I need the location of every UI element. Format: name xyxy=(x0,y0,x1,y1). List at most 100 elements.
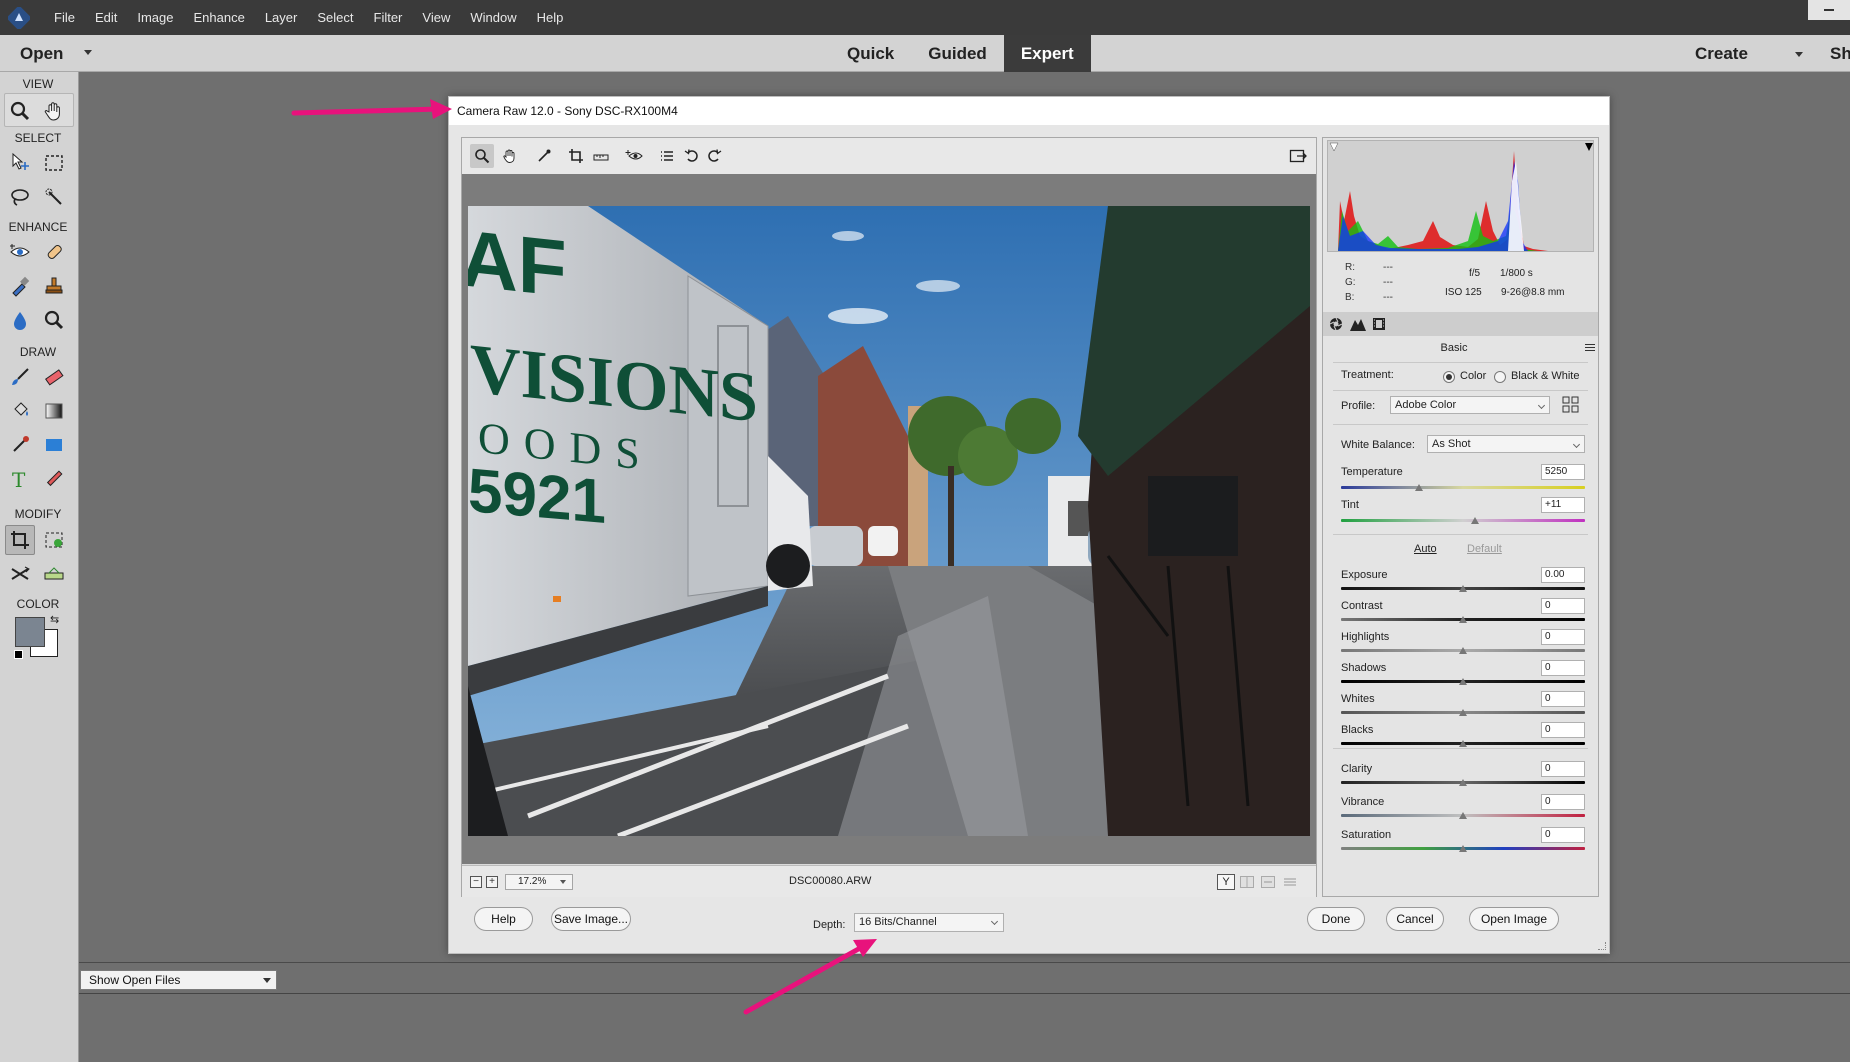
menu-select[interactable]: Select xyxy=(307,0,363,35)
whites-input[interactable]: 0 xyxy=(1541,691,1585,707)
temperature-slider-track[interactable] xyxy=(1341,486,1585,489)
minimize-icon[interactable] xyxy=(1808,0,1850,20)
crop-tool-icon[interactable] xyxy=(5,525,35,555)
zoom-out-icon[interactable]: − xyxy=(470,876,482,888)
bin-selector[interactable]: Show Open Files xyxy=(80,970,277,990)
list-icon[interactable] xyxy=(655,144,679,168)
fullscreen-icon[interactable] xyxy=(1286,144,1310,168)
open-image-button[interactable]: Open Image xyxy=(1469,907,1559,931)
vibrance-slider-thumb[interactable] xyxy=(1459,812,1467,819)
contrast-input[interactable]: 0 xyxy=(1541,598,1585,614)
saturation-input[interactable]: 0 xyxy=(1541,827,1585,843)
resize-grip-icon[interactable] xyxy=(1598,942,1606,950)
blur-tool-icon[interactable] xyxy=(5,305,35,335)
tab-quick[interactable]: Quick xyxy=(830,35,911,72)
camera-calibration-icon[interactable] xyxy=(1371,316,1387,332)
menu-layer[interactable]: Layer xyxy=(255,0,308,35)
marquee-tool-icon[interactable] xyxy=(39,148,69,178)
tint-slider-thumb[interactable] xyxy=(1471,517,1480,524)
rotate-left-icon[interactable] xyxy=(680,144,704,168)
smart-brush-tool-icon[interactable] xyxy=(5,271,35,301)
default-colors-icon[interactable] xyxy=(14,650,23,659)
spot-healing-tool-icon[interactable] xyxy=(39,237,69,267)
zoom-icon[interactable] xyxy=(470,144,494,168)
zoom-tool-icon[interactable] xyxy=(5,96,35,126)
menu-enhance[interactable]: Enhance xyxy=(184,0,255,35)
hand-icon[interactable] xyxy=(498,144,522,168)
gradient-tool-icon[interactable] xyxy=(39,396,69,426)
create-dropdown-icon[interactable] xyxy=(1795,52,1803,57)
swap-colors-icon[interactable]: ⇆ xyxy=(50,613,59,626)
share-button[interactable]: Sh xyxy=(1830,35,1850,72)
treatment-bw-radio[interactable] xyxy=(1494,371,1506,383)
red-eye-tool-icon[interactable] xyxy=(5,237,35,267)
tint-slider-track[interactable] xyxy=(1341,519,1585,522)
menu-image[interactable]: Image xyxy=(127,0,183,35)
temperature-input[interactable]: 5250 xyxy=(1541,464,1585,480)
help-button[interactable]: Help xyxy=(474,907,533,931)
exposure-input[interactable]: 0.00 xyxy=(1541,567,1585,583)
highlights-slider-thumb[interactable] xyxy=(1459,647,1467,654)
recompose-tool-icon[interactable] xyxy=(39,525,69,555)
shape-tool-icon[interactable] xyxy=(39,430,69,460)
dialog-titlebar[interactable]: Camera Raw 12.0 - Sony DSC-RX100M4 xyxy=(449,97,1609,125)
eraser-tool-icon[interactable] xyxy=(39,362,69,392)
clarity-slider-thumb[interactable] xyxy=(1459,779,1467,786)
clarity-input[interactable]: 0 xyxy=(1541,761,1585,777)
rotate-right-icon[interactable] xyxy=(702,144,726,168)
quick-selection-tool-icon[interactable] xyxy=(39,182,69,212)
lasso-tool-icon[interactable] xyxy=(5,182,35,212)
save-image-button[interactable]: Save Image... xyxy=(551,907,631,931)
menu-window[interactable]: Window xyxy=(460,0,526,35)
cancel-button[interactable]: Cancel xyxy=(1386,907,1444,931)
hand-tool-icon[interactable] xyxy=(39,96,69,126)
move-tool-icon[interactable] xyxy=(5,148,35,178)
before-after-icon[interactable] xyxy=(1238,874,1256,890)
menu-filter[interactable]: Filter xyxy=(364,0,413,35)
straighten-icon[interactable] xyxy=(589,144,613,168)
menu-view[interactable]: View xyxy=(412,0,460,35)
zoom-in-icon[interactable]: + xyxy=(486,876,498,888)
panel-menu-icon[interactable] xyxy=(1585,344,1595,353)
raw-photo-preview[interactable]: AF VISIONS OODS 5921 xyxy=(468,206,1310,836)
basic-panel-icon[interactable] xyxy=(1328,316,1344,332)
menu-file[interactable]: File xyxy=(44,0,85,35)
color-swatches[interactable]: ⇆ xyxy=(14,614,62,662)
white-balance-select[interactable]: As Shot xyxy=(1427,435,1585,453)
straighten-tool-icon[interactable] xyxy=(39,559,69,589)
white-balance-icon[interactable] xyxy=(532,144,556,168)
auto-link[interactable]: Auto xyxy=(1414,543,1437,555)
create-button[interactable]: Create xyxy=(1695,35,1748,72)
menu-help[interactable]: Help xyxy=(527,0,574,35)
preview-toggle-button[interactable]: Y xyxy=(1217,874,1235,890)
tab-expert[interactable]: Expert xyxy=(1003,35,1091,72)
content-aware-move-tool-icon[interactable] xyxy=(5,559,35,589)
foreground-color-swatch[interactable] xyxy=(15,617,45,647)
temperature-slider-thumb[interactable] xyxy=(1415,484,1424,491)
default-link[interactable]: Default xyxy=(1467,543,1502,555)
open-button[interactable]: Open xyxy=(20,35,63,72)
crop-icon[interactable] xyxy=(564,144,588,168)
red-eye-icon[interactable] xyxy=(622,144,646,168)
exposure-slider-thumb[interactable] xyxy=(1459,585,1467,592)
profile-select[interactable]: Adobe Color xyxy=(1390,396,1550,414)
brush-tool-icon[interactable] xyxy=(5,362,35,392)
type-tool-icon[interactable]: T xyxy=(5,464,35,494)
tone-curve-icon[interactable] xyxy=(1350,316,1366,332)
tint-input[interactable]: +11 xyxy=(1541,497,1585,513)
pencil-tool-icon[interactable] xyxy=(39,464,69,494)
tab-guided[interactable]: Guided xyxy=(911,35,1004,72)
swap-icon[interactable] xyxy=(1259,874,1277,890)
blacks-input[interactable]: 0 xyxy=(1541,722,1585,738)
vibrance-input[interactable]: 0 xyxy=(1541,794,1585,810)
blacks-slider-thumb[interactable] xyxy=(1459,740,1467,747)
saturation-slider-thumb[interactable] xyxy=(1459,845,1467,852)
elements-logo-icon[interactable] xyxy=(2,0,36,35)
clone-stamp-tool-icon[interactable] xyxy=(39,271,69,301)
shadows-slider-thumb[interactable] xyxy=(1459,678,1467,685)
whites-slider-thumb[interactable] xyxy=(1459,709,1467,716)
shadows-input[interactable]: 0 xyxy=(1541,660,1585,676)
contrast-slider-thumb[interactable] xyxy=(1459,616,1467,623)
sponge-tool-icon[interactable] xyxy=(39,305,69,335)
paint-bucket-tool-icon[interactable] xyxy=(5,396,35,426)
